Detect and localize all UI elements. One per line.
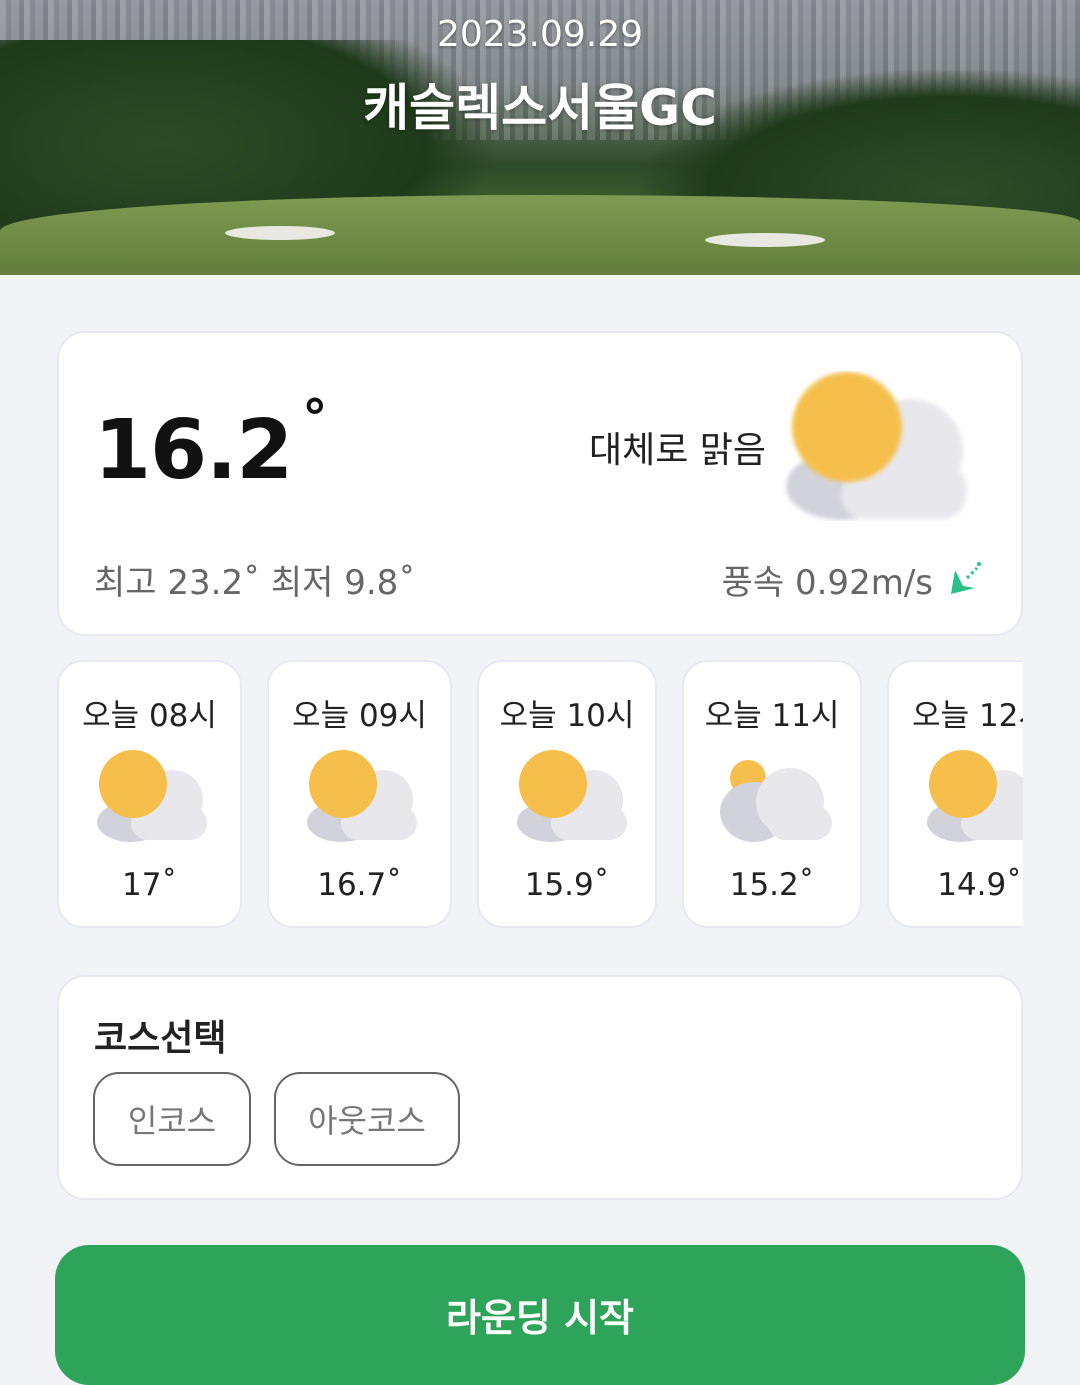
round-date: 2023.09.29 xyxy=(436,14,644,55)
course-name: 캐슬렉스서울GC xyxy=(363,79,717,137)
cloud-with-small-sun-icon xyxy=(720,760,832,842)
hourly-item: 오늘 08시 17˚ xyxy=(57,660,242,928)
wind-info: 풍속 0.92m/s xyxy=(722,555,983,604)
hour-temperature: 17˚ xyxy=(122,867,177,903)
header-background-image: 2023.09.29 캐슬렉스서울GC xyxy=(0,0,1080,275)
hour-label: 오늘 12시 xyxy=(912,698,1023,734)
weather-condition: 대체로 맑음 xyxy=(588,430,766,471)
hourly-item: 오늘 09시 16.7˚ xyxy=(267,660,452,928)
wind-direction-arrow-icon xyxy=(951,561,981,594)
hour-label: 오늘 11시 xyxy=(704,698,840,734)
out-course-button[interactable]: 아웃코스 xyxy=(274,1072,460,1166)
hour-label: 오늘 09시 xyxy=(292,698,427,734)
in-course-button[interactable]: 인코스 xyxy=(93,1072,251,1166)
hour-label: 오늘 08시 xyxy=(82,698,217,734)
course-select-title: 코스선택 xyxy=(94,1018,227,1059)
degree-symbol: ° xyxy=(302,389,327,447)
golf-fairway xyxy=(0,195,1080,275)
min-max-temperature: 최고 23.2˚ 최저 9.8˚ xyxy=(94,563,416,603)
wind-speed: 풍속 0.92m/s xyxy=(721,563,933,603)
hour-temperature: 16.7˚ xyxy=(317,867,402,903)
sand-bunker xyxy=(225,226,335,240)
start-round-button[interactable]: 라운딩 시작 xyxy=(55,1245,1025,1385)
hour-temperature: 15.9˚ xyxy=(524,867,610,903)
hourly-item: 오늘 11시 15.2˚ xyxy=(682,660,862,928)
current-temperature-value: 16.2 xyxy=(94,403,293,498)
sun-behind-cloud-icon xyxy=(307,750,417,842)
hour-label: 오늘 10시 xyxy=(499,698,635,734)
hourly-forecast-list[interactable]: 오늘 08시 17˚ 오늘 09시 16.7˚ 오늘 10시 15.9˚ 오늘 … xyxy=(57,660,1023,930)
sand-bunker xyxy=(705,233,825,247)
hour-temperature: 14.9˚ xyxy=(937,867,1022,903)
sun-behind-cloud-icon xyxy=(927,750,1023,842)
current-temperature: 16.2 ° xyxy=(94,389,327,498)
sun-behind-cloud-icon xyxy=(517,750,627,842)
sun-behind-cloud-icon xyxy=(97,750,207,842)
hourly-item: 오늘 12시 14.9˚ xyxy=(887,660,1023,928)
hour-temperature: 15.2˚ xyxy=(729,867,815,903)
current-weather-card: 16.2 ° 대체로 맑음 최고 23.2˚ 최저 9.8˚ 풍속 0.92m/s xyxy=(57,331,1023,636)
sun-behind-cloud-icon xyxy=(786,372,967,520)
course-select-card: 코스선택 인코스 아웃코스 xyxy=(57,975,1023,1200)
hourly-item: 오늘 10시 15.9˚ xyxy=(477,660,657,928)
